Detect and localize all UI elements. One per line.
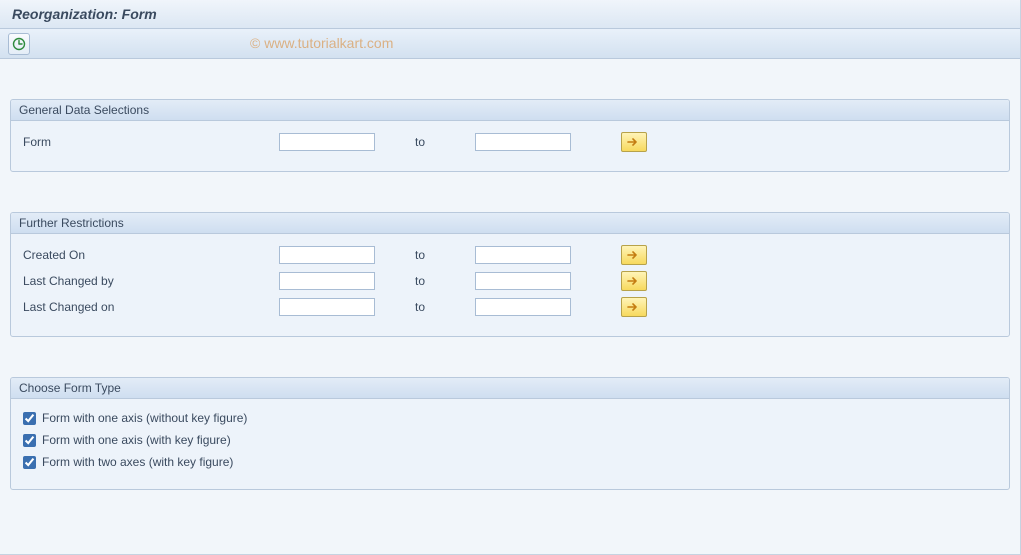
content-area: General Data Selections Form to Further … <box>0 59 1020 540</box>
label-created-on: Created On <box>19 248 279 262</box>
group-body-further: Created On to Last Changed by to <box>11 234 1009 336</box>
checkbox-label-two-axes-with-kf[interactable]: Form with two axes (with key figure) <box>42 455 233 469</box>
multiple-selection-button-last-changed-on[interactable] <box>621 297 647 317</box>
input-form-from[interactable] <box>279 133 375 151</box>
check-row-one-axis-with-kf: Form with one axis (with key figure) <box>19 429 1001 451</box>
label-to: to <box>375 274 475 288</box>
group-general-data-selections: General Data Selections Form to <box>10 99 1010 172</box>
group-further-restrictions: Further Restrictions Created On to Last … <box>10 212 1010 337</box>
checkbox-one-axis-with-kf[interactable] <box>23 434 36 447</box>
input-last-changed-on-from[interactable] <box>279 298 375 316</box>
page-title: Reorganization: Form <box>12 6 157 22</box>
multiple-selection-button-form[interactable] <box>621 132 647 152</box>
row-form: Form to <box>19 129 1001 155</box>
label-to: to <box>375 248 475 262</box>
multiple-selection-button-last-changed-by[interactable] <box>621 271 647 291</box>
title-bar: Reorganization: Form <box>0 0 1020 29</box>
watermark-text: © www.tutorialkart.com <box>250 35 393 51</box>
arrow-right-icon <box>627 250 641 260</box>
arrow-right-icon <box>627 276 641 286</box>
clock-execute-icon <box>12 37 26 51</box>
group-header-form-type: Choose Form Type <box>11 378 1009 399</box>
input-last-changed-by-to[interactable] <box>475 272 571 290</box>
checkbox-two-axes-with-kf[interactable] <box>23 456 36 469</box>
label-to: to <box>375 300 475 314</box>
row-last-changed-on: Last Changed on to <box>19 294 1001 320</box>
execute-button[interactable] <box>8 33 30 55</box>
input-last-changed-by-from[interactable] <box>279 272 375 290</box>
checkbox-one-axis-without-kf[interactable] <box>23 412 36 425</box>
group-choose-form-type: Choose Form Type Form with one axis (wit… <box>10 377 1010 490</box>
multiple-selection-button-created-on[interactable] <box>621 245 647 265</box>
arrow-right-icon <box>627 137 641 147</box>
label-form: Form <box>19 135 279 149</box>
input-created-on-to[interactable] <box>475 246 571 264</box>
group-header-further: Further Restrictions <box>11 213 1009 234</box>
row-last-changed-by: Last Changed by to <box>19 268 1001 294</box>
checkbox-label-one-axis-with-kf[interactable]: Form with one axis (with key figure) <box>42 433 231 447</box>
input-last-changed-on-to[interactable] <box>475 298 571 316</box>
input-form-to[interactable] <box>475 133 571 151</box>
checkbox-label-one-axis-without-kf[interactable]: Form with one axis (without key figure) <box>42 411 247 425</box>
input-created-on-from[interactable] <box>279 246 375 264</box>
label-last-changed-on: Last Changed on <box>19 300 279 314</box>
group-body-general: Form to <box>11 121 1009 171</box>
toolbar: © www.tutorialkart.com <box>0 29 1020 59</box>
label-to: to <box>375 135 475 149</box>
check-row-two-axes-with-kf: Form with two axes (with key figure) <box>19 451 1001 473</box>
group-body-form-type: Form with one axis (without key figure) … <box>11 399 1009 489</box>
arrow-right-icon <box>627 302 641 312</box>
check-row-one-axis-without-kf: Form with one axis (without key figure) <box>19 407 1001 429</box>
row-created-on: Created On to <box>19 242 1001 268</box>
group-header-general: General Data Selections <box>11 100 1009 121</box>
label-last-changed-by: Last Changed by <box>19 274 279 288</box>
